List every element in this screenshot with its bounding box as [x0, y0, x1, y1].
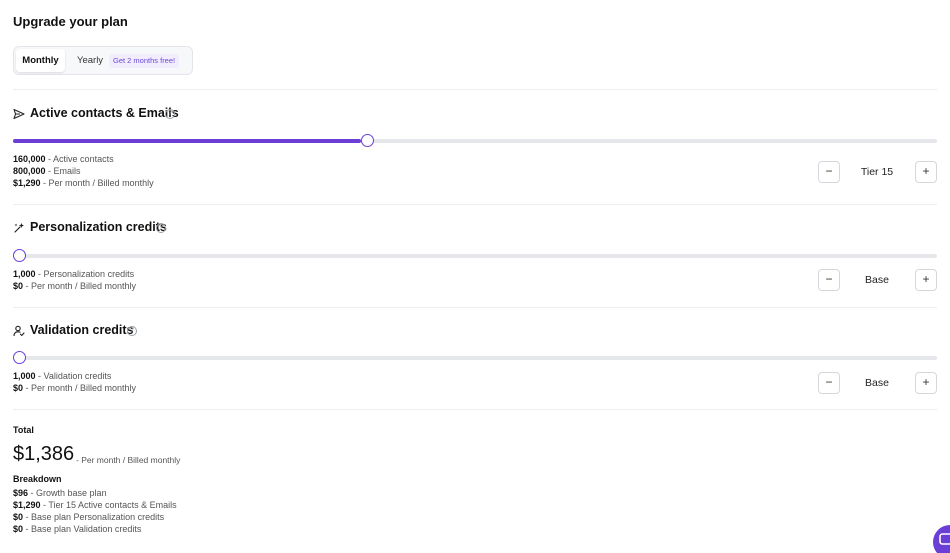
total-amount: $1,386 — [13, 443, 75, 465]
divider — [13, 89, 937, 90]
info-line: $1,290 - Per month / Billed monthly — [13, 178, 154, 188]
chat-launcher-button[interactable] — [933, 525, 950, 553]
page-title: Upgrade your plan — [13, 14, 128, 29]
sparkle-wand-icon — [14, 223, 24, 233]
total-label: Total — [13, 425, 34, 435]
info-line: 1,000 - Validation credits — [13, 371, 112, 381]
increment-button[interactable]: + — [915, 372, 937, 394]
slider-thumb[interactable] — [13, 351, 26, 364]
help-icon[interactable]: ? — [127, 326, 137, 336]
total-suffix: - Per month / Billed monthly — [76, 455, 181, 465]
slider-fill — [13, 139, 362, 143]
decrement-button[interactable]: − — [818, 269, 840, 291]
personalization-slider[interactable] — [13, 249, 937, 262]
section-title: Personalization credits — [30, 220, 167, 234]
info-line: 1,000 - Personalization credits — [13, 269, 135, 279]
promo-badge: Get 2 months free! — [109, 54, 180, 68]
yearly-toggle-button[interactable]: Yearly — [77, 55, 103, 66]
increment-button[interactable]: + — [915, 269, 937, 291]
info-line: $0 - Per month / Billed monthly — [13, 281, 137, 291]
tier-label: Base — [865, 274, 889, 286]
user-check-icon — [13, 325, 25, 337]
send-icon — [13, 108, 25, 120]
tier-label: Tier 15 — [860, 166, 894, 178]
slider-thumb[interactable] — [13, 249, 26, 262]
validation-slider[interactable] — [13, 351, 937, 364]
breakdown-item: $1,290 - Tier 15 Active contacts & Email… — [13, 500, 177, 510]
divider — [13, 307, 937, 308]
section-title: Validation credits — [30, 323, 134, 337]
breakdown-item: $0 - Base plan Validation credits — [13, 524, 142, 534]
tier-label: Base — [865, 377, 889, 389]
info-line: 160,000 - Active contacts — [13, 154, 114, 164]
decrement-button[interactable]: − — [818, 161, 840, 183]
help-icon[interactable]: ? — [165, 109, 175, 119]
billing-toggle: Monthly Yearly Get 2 months free! — [13, 46, 193, 75]
divider — [13, 409, 937, 410]
breakdown-item: $0 - Base plan Personalization credits — [13, 512, 165, 522]
divider — [13, 204, 937, 205]
contacts-slider[interactable] — [13, 134, 937, 147]
info-line: $0 - Per month / Billed monthly — [13, 383, 137, 393]
section-title: Active contacts & Emails — [30, 106, 179, 120]
breakdown-item: $96 - Growth base plan — [13, 488, 107, 498]
chat-icon — [939, 533, 950, 545]
monthly-toggle-button[interactable]: Monthly — [16, 49, 65, 72]
slider-thumb[interactable] — [361, 134, 375, 147]
help-icon[interactable]: ? — [156, 223, 166, 233]
decrement-button[interactable]: − — [818, 372, 840, 394]
breakdown-label: Breakdown — [13, 474, 62, 484]
info-line: 800,000 - Emails — [13, 166, 81, 176]
increment-button[interactable]: + — [915, 161, 937, 183]
